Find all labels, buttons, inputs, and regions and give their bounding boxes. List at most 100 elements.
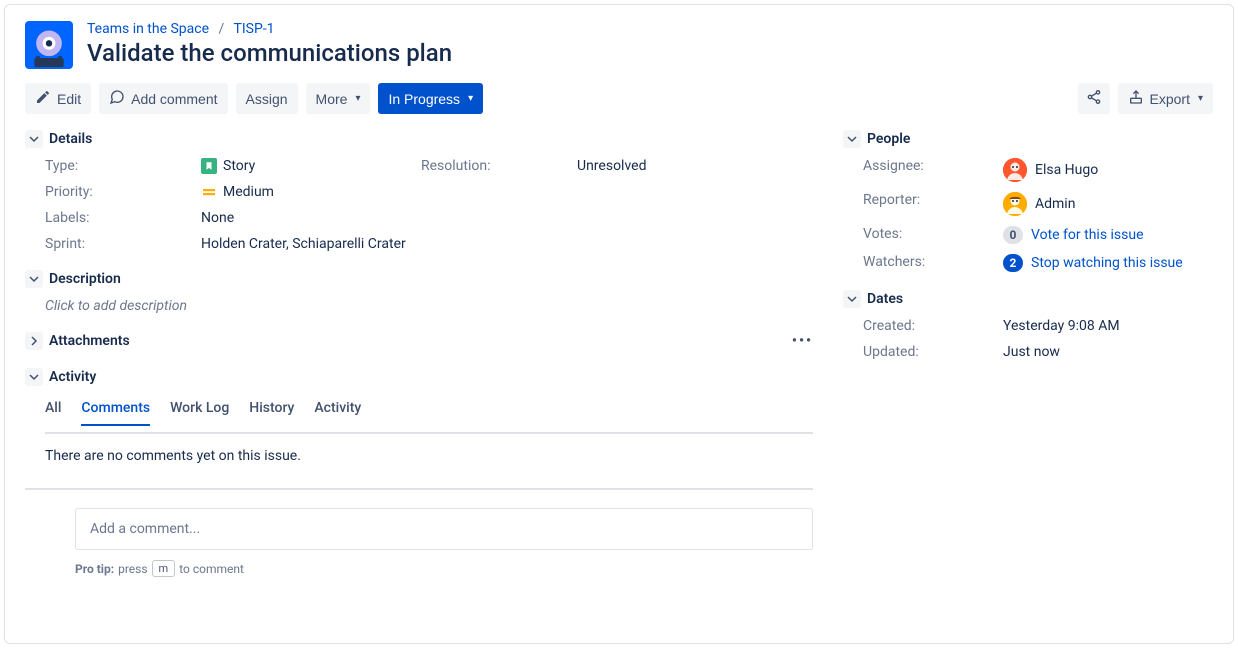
watch-link[interactable]: Stop watching this issue (1031, 255, 1183, 271)
toolbar-left: Edit Add comment Assign More ▾ In Progre… (25, 83, 483, 114)
comment-icon (109, 89, 125, 108)
dates-title: Dates (867, 291, 903, 307)
description-section: Description Click to add description (25, 270, 813, 314)
priority-label: Priority: (45, 184, 201, 200)
assignee-value: Elsa Hugo (1003, 158, 1213, 182)
reporter-label: Reporter: (863, 192, 1003, 216)
priority-text: Medium (223, 184, 274, 200)
activity-section: Activity All Comments Work Log History A… (25, 368, 813, 577)
assign-button[interactable]: Assign (236, 83, 298, 114)
header-text: Teams in the Space / TISP-1 Validate the… (87, 21, 452, 67)
main-column: Details Type: Story Resolution: Unresolv… (25, 130, 813, 595)
updated-label: Updated: (863, 344, 1003, 360)
chevron-down-icon: ▾ (355, 93, 360, 104)
labels-label: Labels: (45, 210, 201, 226)
description-title: Description (49, 271, 121, 287)
people-section: People Assignee: Elsa Hugo Reporter: (843, 130, 1213, 272)
project-avatar (25, 21, 73, 69)
attachments-header[interactable]: Attachments (25, 332, 130, 350)
details-section: Details Type: Story Resolution: Unresolv… (25, 130, 813, 252)
tab-history[interactable]: History (249, 396, 294, 426)
sprint-label: Sprint: (45, 236, 201, 252)
more-label: More (316, 91, 348, 107)
reporter-value: Admin (1003, 192, 1213, 216)
tab-work-log[interactable]: Work Log (170, 396, 229, 426)
breadcrumb-separator: / (219, 21, 225, 37)
chevron-down-icon: ▾ (1198, 93, 1203, 104)
attachments-section: Attachments ••• (25, 332, 813, 350)
breadcrumb: Teams in the Space / TISP-1 (87, 21, 452, 37)
people-header[interactable]: People (843, 130, 1213, 148)
protip-label: Pro tip: (75, 562, 114, 576)
pencil-icon (35, 89, 51, 108)
export-button[interactable]: Export ▾ (1118, 83, 1214, 114)
status-button[interactable]: In Progress ▾ (378, 83, 483, 114)
watchers-badge: 2 (1003, 254, 1023, 272)
resolution-label: Resolution: (421, 158, 577, 174)
tab-comments[interactable]: Comments (81, 396, 150, 426)
activity-header[interactable]: Activity (25, 368, 813, 386)
chevron-down-icon (25, 130, 43, 148)
details-grid: Type: Story Resolution: Unresolved Prior… (45, 158, 813, 252)
type-value: Story (201, 158, 421, 174)
chevron-down-icon (25, 368, 43, 386)
details-header[interactable]: Details (25, 130, 813, 148)
protip-after: to comment (179, 562, 244, 576)
breadcrumb-project[interactable]: Teams in the Space (87, 21, 209, 37)
watchers-value: 2 Stop watching this issue (1003, 254, 1213, 272)
type-label: Type: (45, 158, 201, 174)
tab-underline (45, 432, 813, 434)
add-comment-label: Add comment (131, 91, 217, 107)
chevron-down-icon (25, 270, 43, 288)
toolbar: Edit Add comment Assign More ▾ In Progre… (25, 83, 1213, 114)
dates-header[interactable]: Dates (843, 290, 1213, 308)
protip-before: press (118, 562, 147, 576)
reporter-avatar (1003, 192, 1027, 216)
description-header[interactable]: Description (25, 270, 813, 288)
watchers-label: Watchers: (863, 254, 1003, 272)
people-grid: Assignee: Elsa Hugo Reporter: Admin (863, 158, 1213, 272)
type-text: Story (223, 158, 255, 174)
chevron-down-icon (843, 290, 861, 308)
activity-tabs: All Comments Work Log History Activity (45, 396, 813, 426)
created-value: Yesterday 9:08 AM (1003, 318, 1213, 334)
add-comment-button[interactable]: Add comment (99, 83, 227, 114)
breadcrumb-key[interactable]: TISP-1 (234, 21, 275, 37)
side-column: People Assignee: Elsa Hugo Reporter: (843, 130, 1213, 595)
dates-grid: Created: Yesterday 9:08 AM Updated: Just… (863, 318, 1213, 360)
dates-section: Dates Created: Yesterday 9:08 AM Updated… (843, 290, 1213, 360)
priority-value: Medium (201, 184, 421, 200)
description-placeholder[interactable]: Click to add description (45, 298, 813, 314)
votes-value: 0 Vote for this issue (1003, 226, 1213, 244)
chevron-right-icon (25, 332, 43, 350)
assignee-avatar (1003, 158, 1027, 182)
share-button[interactable] (1078, 83, 1110, 114)
share-icon (1086, 89, 1102, 108)
issue-title: Validate the communications plan (87, 39, 452, 67)
tab-activity[interactable]: Activity (314, 396, 361, 426)
people-title: People (867, 131, 910, 147)
issue-view: Teams in the Space / TISP-1 Validate the… (4, 4, 1234, 644)
created-label: Created: (863, 318, 1003, 334)
details-title: Details (49, 131, 92, 147)
story-icon (201, 158, 217, 174)
more-button[interactable]: More ▾ (306, 83, 371, 114)
activity-title: Activity (49, 369, 96, 385)
priority-medium-icon (201, 184, 217, 200)
resolution-value: Unresolved (577, 158, 797, 174)
vote-link[interactable]: Vote for this issue (1031, 227, 1144, 243)
no-comments-text: There are no comments yet on this issue. (45, 448, 813, 464)
assign-label: Assign (246, 91, 288, 107)
sprint-value: Holden Crater, Schiaparelli Crater (201, 236, 797, 252)
chevron-down-icon (843, 130, 861, 148)
comment-input[interactable]: Add a comment... (75, 508, 813, 550)
issue-header: Teams in the Space / TISP-1 Validate the… (25, 21, 1213, 69)
chevron-down-icon: ▾ (468, 93, 473, 104)
edit-button[interactable]: Edit (25, 83, 91, 114)
assignee-name: Elsa Hugo (1035, 162, 1098, 178)
votes-badge: 0 (1003, 226, 1023, 244)
protip-key: m (152, 560, 176, 577)
attachments-more-icon[interactable]: ••• (792, 333, 813, 349)
comment-area: Add a comment... Pro tip: press m to com… (25, 488, 813, 577)
tab-all[interactable]: All (45, 396, 61, 426)
